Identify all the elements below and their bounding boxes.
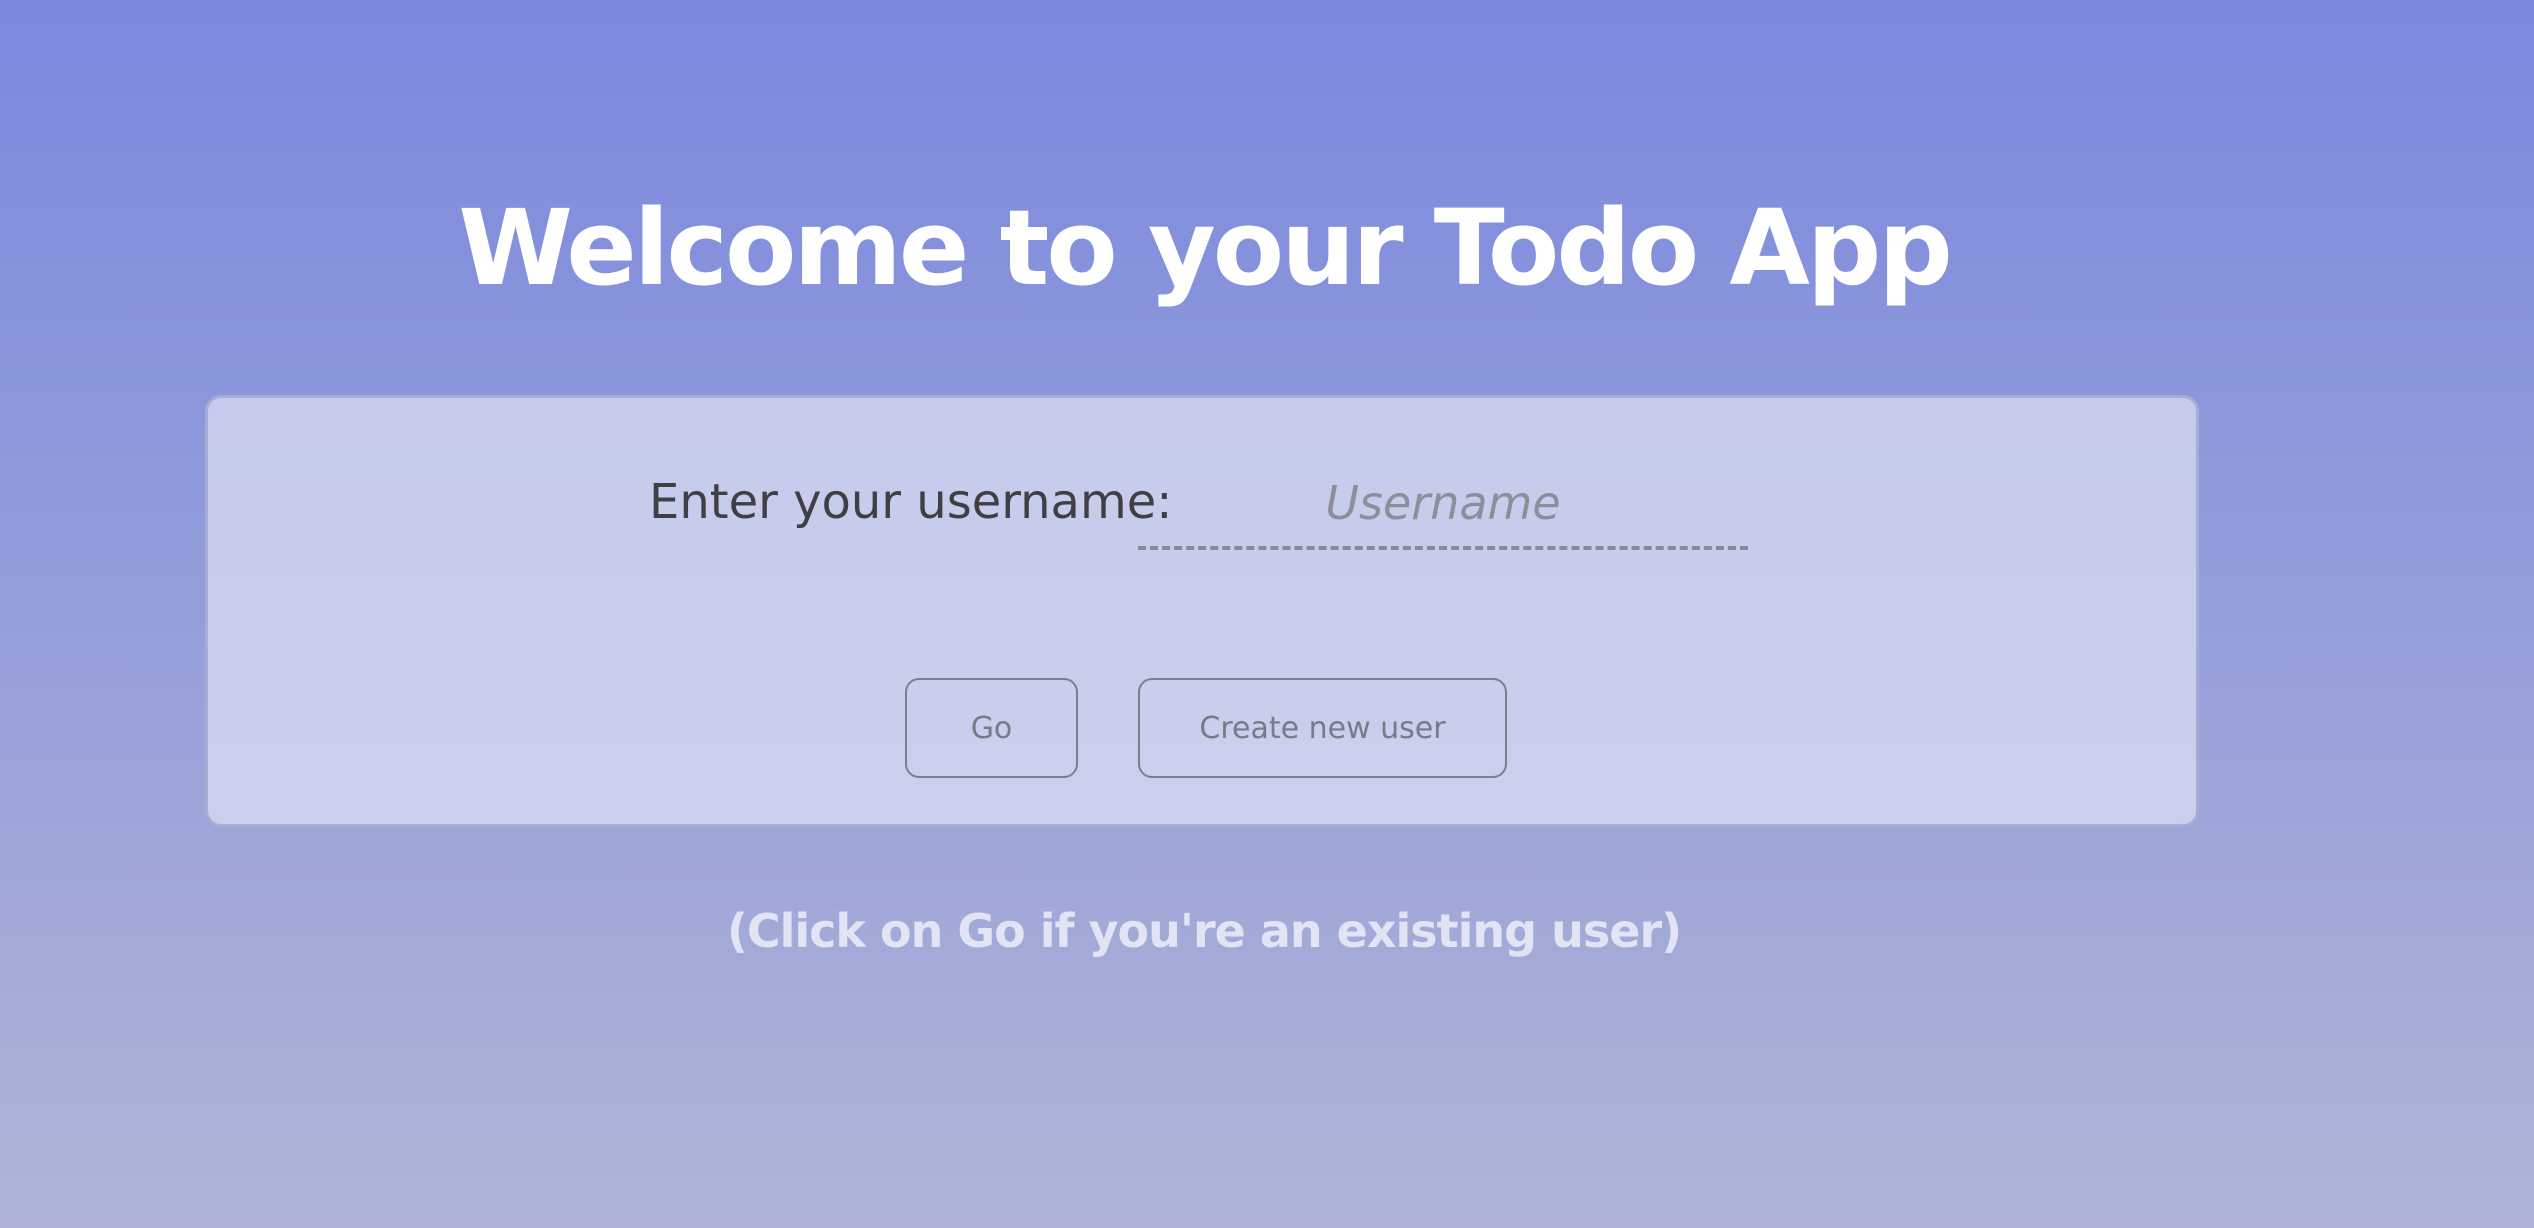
go-button[interactable]: Go [905, 678, 1078, 778]
username-label: Enter your username: [649, 474, 1173, 530]
create-new-user-button[interactable]: Create new user [1138, 678, 1507, 778]
login-card: Enter your username: Go Create new user [205, 395, 2199, 827]
username-input[interactable] [1138, 460, 1748, 550]
page-title: Welcome to your Todo App [458, 186, 1953, 309]
existing-user-hint: (Click on Go if you're an existing user) [726, 904, 1682, 958]
